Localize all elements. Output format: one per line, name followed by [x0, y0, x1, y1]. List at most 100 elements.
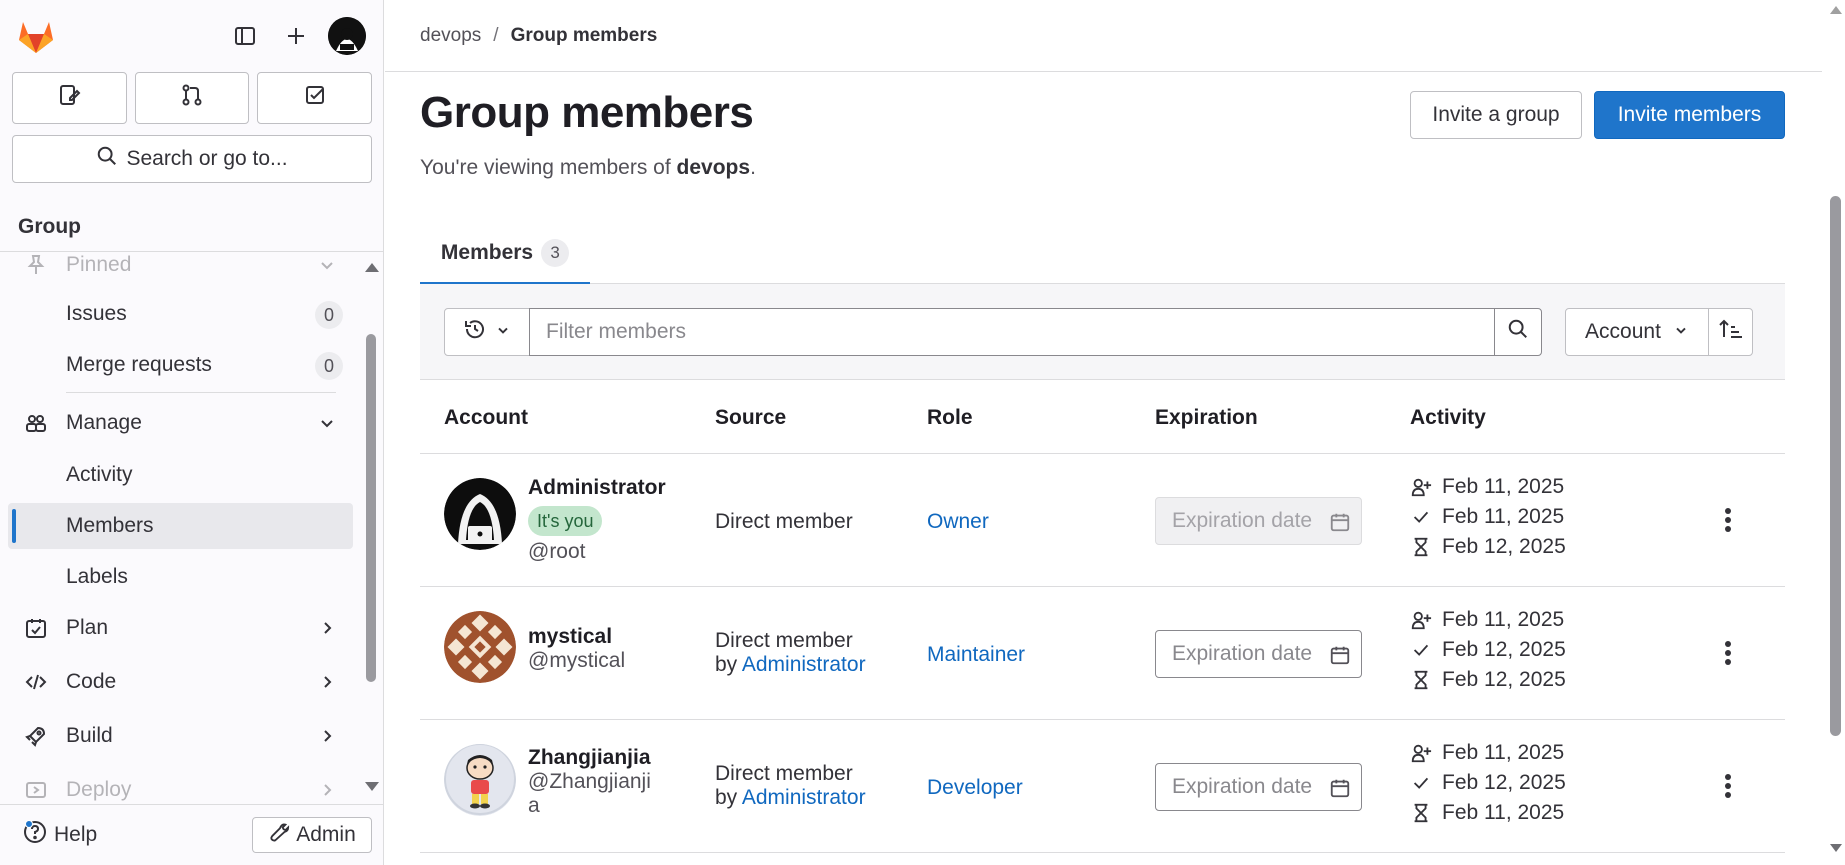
sidebar-item-plan[interactable]: Plan — [8, 605, 353, 651]
page-scrollbar-thumb[interactable] — [1830, 196, 1841, 736]
filter-members-input[interactable]: Filter members — [529, 308, 1495, 356]
rocket-icon — [24, 724, 48, 748]
activity-access-granted: Feb 11, 2025 — [1410, 502, 1564, 532]
role-dropdown[interactable]: Owner — [927, 510, 989, 534]
subtitle-group-name: devops — [676, 156, 751, 179]
column-header-account[interactable]: Account — [444, 406, 528, 430]
source-inviter-link[interactable]: Administrator — [742, 786, 866, 809]
chevron-right-icon — [317, 672, 337, 692]
user-joined-icon — [1410, 609, 1432, 631]
sidebar-item-manage[interactable]: Manage — [8, 400, 353, 446]
sidebar-item-label: Manage — [66, 411, 142, 434]
more-actions-icon[interactable] — [1710, 766, 1746, 806]
tab-count-badge: 3 — [541, 239, 570, 267]
user-avatar[interactable] — [328, 17, 366, 55]
hourglass-icon — [1410, 669, 1432, 691]
member-name[interactable]: Administrator — [528, 476, 666, 500]
calendar-icon — [1329, 644, 1351, 666]
sidebar-item-activity[interactable]: Activity — [8, 452, 353, 498]
member-username: @Zhangjianji a — [528, 770, 668, 818]
sidebar-shortcuts — [12, 72, 373, 124]
invite-members-button[interactable]: Invite members — [1594, 91, 1785, 139]
filter-search-button[interactable] — [1494, 308, 1542, 356]
member-source: Direct member by Administrator — [715, 762, 866, 810]
username-line: @Zhangjianji — [528, 770, 651, 793]
sidebar-item-build[interactable]: Build — [8, 713, 353, 759]
breadcrumb-current[interactable]: Group members — [511, 25, 658, 47]
tabs: Members 3 — [420, 222, 1785, 285]
activity-last-activity: Feb 11, 2025 — [1410, 798, 1564, 828]
chevron-right-icon — [317, 726, 337, 746]
search-button[interactable]: Search or go to... — [12, 135, 372, 183]
avatar[interactable] — [444, 744, 516, 816]
role-dropdown[interactable]: Maintainer — [927, 643, 1025, 667]
more-actions-icon[interactable] — [1710, 500, 1746, 540]
sidebar-item-label: Issues — [66, 302, 127, 325]
sidebar-item-labels[interactable]: Labels — [8, 554, 353, 600]
sidebar-item-label: Merge requests — [66, 353, 212, 376]
sidebar-item-merge-requests[interactable]: Merge requests 0 — [8, 342, 353, 388]
invite-group-button[interactable]: Invite a group — [1410, 91, 1582, 139]
sidebar-item-issues[interactable]: Issues 0 — [8, 291, 353, 337]
avatar[interactable] — [444, 611, 516, 683]
sidebar-footer: Help Admin — [0, 804, 383, 865]
help-icon — [22, 819, 48, 851]
search-history-button[interactable] — [444, 308, 530, 356]
activity-user-created: Feb 11, 2025 — [1410, 738, 1564, 768]
page-subtitle: You're viewing members of devops. — [420, 156, 756, 180]
source-by: by — [715, 653, 742, 676]
activity-user-created: Feb 11, 2025 — [1410, 472, 1564, 502]
breadcrumb-group-link[interactable]: devops — [420, 25, 481, 47]
sort-by-dropdown[interactable]: Account — [1565, 308, 1709, 356]
expiration-date-input[interactable]: Expiration date — [1155, 497, 1362, 545]
sidebar-item-label: Labels — [66, 565, 128, 588]
activity-date: Feb 12, 2025 — [1442, 668, 1566, 691]
source-type: Direct member — [715, 629, 853, 652]
page-scroll-up-arrow[interactable] — [1830, 6, 1842, 14]
plus-icon[interactable] — [276, 16, 316, 56]
admin-button[interactable]: Admin — [252, 817, 372, 853]
sidebar-scroll-up-arrow[interactable] — [365, 263, 379, 272]
sidebar-scrollbar[interactable] — [366, 334, 376, 682]
issues-shortcut-button[interactable] — [12, 72, 127, 124]
hourglass-icon — [1410, 802, 1432, 824]
sidebar-toggle-icon[interactable] — [225, 16, 265, 56]
page-scrollbar[interactable] — [1826, 0, 1845, 865]
page-scroll-down-arrow[interactable] — [1830, 844, 1842, 852]
sidebar-item-label: Build — [66, 724, 113, 747]
sidebar-item-members[interactable]: Members — [8, 503, 353, 549]
sort-direction-button[interactable] — [1708, 308, 1753, 356]
expiration-placeholder: Expiration date — [1172, 775, 1313, 798]
sidebar-item-pinned[interactable]: Pinned — [8, 252, 353, 288]
help-button[interactable]: Help — [22, 819, 97, 851]
expiration-placeholder: Expiration date — [1172, 642, 1313, 665]
member-source: Direct member — [715, 510, 853, 533]
activity-user-created: Feb 11, 2025 — [1410, 605, 1564, 635]
more-actions-icon[interactable] — [1710, 633, 1746, 673]
member-source: Direct member by Administrator — [715, 629, 866, 677]
member-name[interactable]: mystical — [528, 625, 612, 649]
sidebar-item-deploy[interactable]: Deploy — [8, 767, 353, 804]
avatar[interactable] — [444, 478, 516, 550]
column-header-expiration: Expiration — [1155, 406, 1258, 429]
main-content: devops / Group members Group members You… — [385, 0, 1825, 865]
sidebar-scroll-down-arrow[interactable] — [365, 782, 379, 791]
member-name[interactable]: Zhangjianjia — [528, 746, 651, 770]
gitlab-logo-icon[interactable] — [16, 16, 56, 56]
tab-members[interactable]: Members 3 — [420, 222, 590, 285]
column-header-role: Role — [927, 406, 973, 429]
activity-date: Feb 11, 2025 — [1442, 741, 1565, 764]
activity-last-activity: Feb 12, 2025 — [1410, 532, 1566, 562]
todos-shortcut-button[interactable] — [257, 72, 373, 124]
source-inviter-link[interactable]: Administrator — [742, 653, 866, 676]
sidebar-item-code[interactable]: Code — [8, 659, 353, 705]
expiration-date-input[interactable]: Expiration date — [1155, 630, 1362, 678]
role-dropdown[interactable]: Developer — [927, 776, 1023, 800]
merge-requests-shortcut-button[interactable] — [134, 72, 250, 124]
sidebar-nav: Pinned Issues 0 Merge requests 0 Manage … — [0, 252, 383, 804]
tab-label: Members — [440, 241, 534, 264]
expiration-date-input[interactable]: Expiration date — [1155, 763, 1362, 811]
code-icon — [24, 670, 48, 694]
sidebar-item-label: Activity — [66, 463, 133, 486]
chevron-down-icon — [495, 321, 511, 344]
